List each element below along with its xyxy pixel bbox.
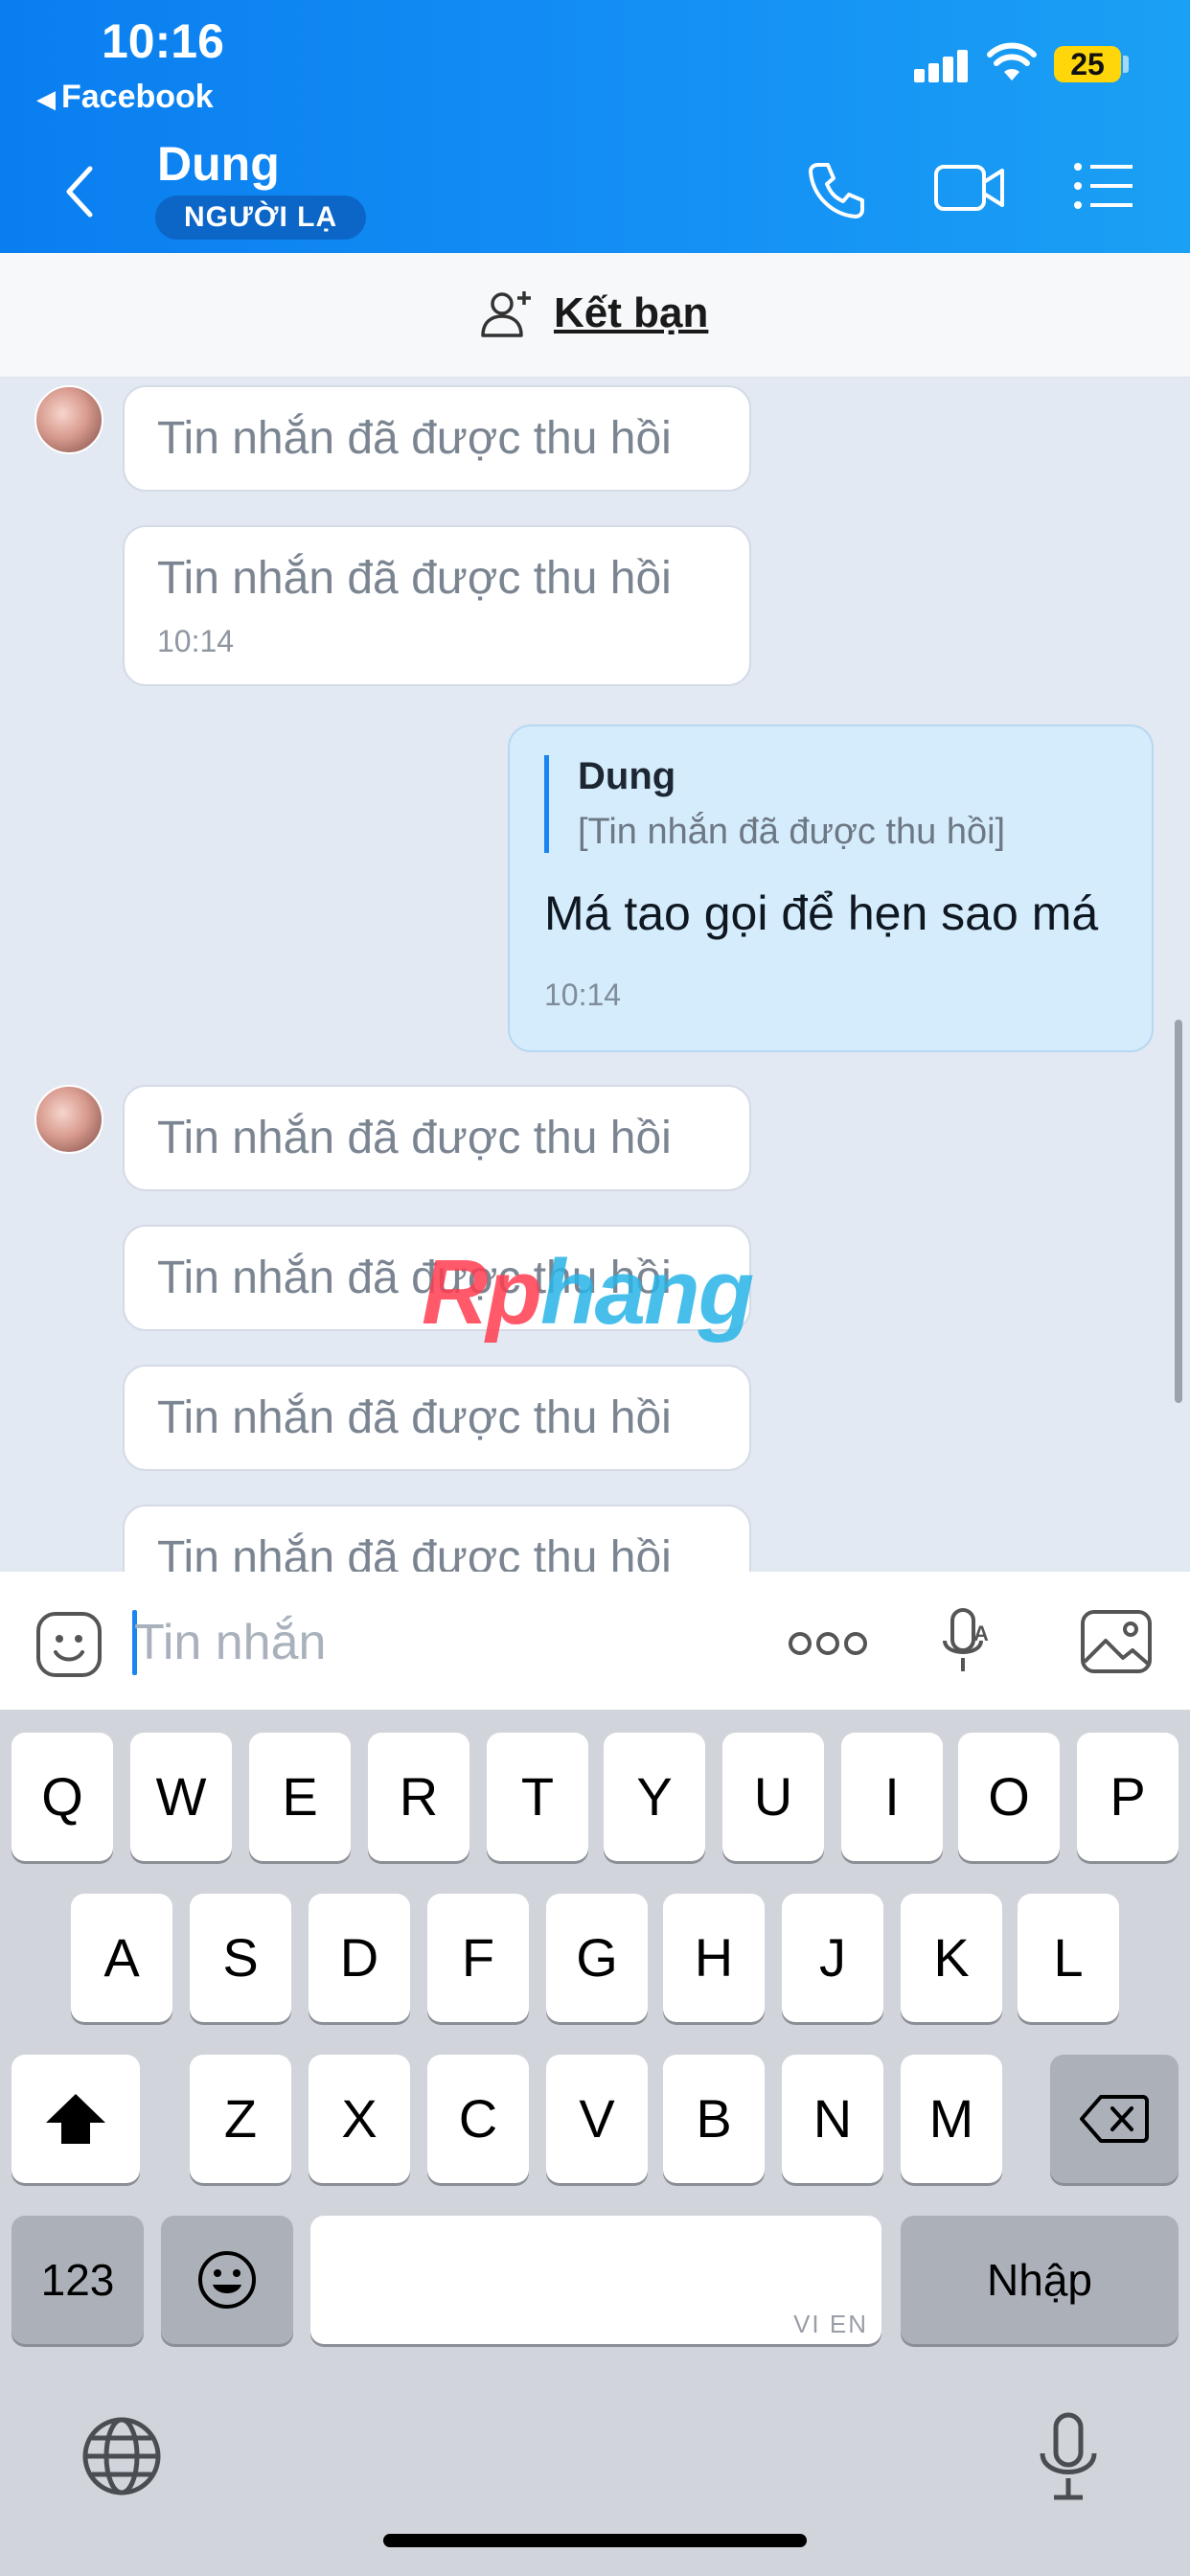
- emoji-icon: [198, 2251, 256, 2309]
- emoji-key[interactable]: [161, 2216, 293, 2344]
- battery-icon: 25: [1054, 46, 1121, 82]
- keyboard: Q W E R T Y U I O P A S D F G H J K L Z …: [0, 1710, 1190, 2576]
- message-text: Tin nhắn đã được thu hồi: [157, 413, 672, 464]
- battery-tip: [1123, 56, 1129, 73]
- key-v[interactable]: V: [546, 2055, 648, 2183]
- received-message[interactable]: Tin nhắn đã được thu hồi 10:14: [123, 525, 751, 686]
- message-text: Má tao gọi để hẹn sao má: [544, 886, 1099, 940]
- svg-text:A: A: [973, 1622, 989, 1645]
- key-g[interactable]: G: [546, 1894, 648, 2022]
- key-u[interactable]: U: [722, 1733, 824, 1861]
- message-list[interactable]: Tin nhắn đã được thu hồi Tin nhắn đã đượ…: [0, 378, 1190, 1572]
- received-message[interactable]: Tin nhắn đã được thu hồi: [123, 1505, 751, 1572]
- wifi-icon: [987, 42, 1037, 80]
- globe-icon[interactable]: [80, 2415, 163, 2497]
- key-d[interactable]: D: [309, 1894, 410, 2022]
- received-message[interactable]: Tin nhắn đã được thu hồi: [123, 1085, 751, 1191]
- backspace-key[interactable]: [1050, 2055, 1179, 2183]
- key-y[interactable]: Y: [604, 1733, 705, 1861]
- home-indicator[interactable]: [383, 2534, 807, 2547]
- key-o[interactable]: O: [958, 1733, 1060, 1861]
- message-input[interactable]: Tin nhắn: [134, 1614, 326, 1671]
- image-gallery-icon[interactable]: [1079, 1608, 1154, 1675]
- key-r[interactable]: R: [368, 1733, 469, 1861]
- key-t[interactable]: T: [487, 1733, 588, 1861]
- backspace-icon: [1080, 2095, 1149, 2143]
- watermark-part2: hang: [539, 1241, 754, 1344]
- back-app-label: Facebook: [61, 79, 214, 115]
- key-j[interactable]: J: [782, 1894, 883, 2022]
- message-time: 10:14: [544, 978, 622, 1012]
- key-p[interactable]: P: [1077, 1733, 1179, 1861]
- key-c[interactable]: C: [427, 2055, 529, 2183]
- phone-icon[interactable]: [805, 159, 868, 222]
- message-input-bar: Tin nhắn A: [0, 1572, 1190, 1710]
- enter-key[interactable]: Nhập: [901, 2216, 1179, 2344]
- chat-header: 10:16 ◀ Facebook 25 Dung NGƯỜI LẠ: [0, 0, 1190, 253]
- avatar[interactable]: [34, 1085, 103, 1154]
- quoted-reply[interactable]: Dung [Tin nhắn đã được thu hồi]: [544, 755, 1117, 853]
- message-text: Tin nhắn đã được thu hồi: [157, 553, 672, 604]
- avatar[interactable]: [34, 385, 103, 454]
- key-f[interactable]: F: [427, 1894, 529, 2022]
- list-menu-icon[interactable]: [1073, 159, 1134, 213]
- key-n[interactable]: N: [782, 2055, 883, 2183]
- scrollbar[interactable]: [1175, 1020, 1182, 1403]
- back-arrow-icon[interactable]: [57, 161, 103, 222]
- add-friend-icon: [481, 291, 531, 337]
- key-m[interactable]: M: [901, 2055, 1002, 2183]
- stranger-badge: NGƯỜI LẠ: [155, 196, 367, 240]
- key-i[interactable]: I: [841, 1733, 943, 1861]
- add-friend-button[interactable]: Kết bạn: [479, 288, 708, 339]
- video-call-icon[interactable]: [933, 159, 1006, 217]
- key-z[interactable]: Z: [190, 2055, 291, 2183]
- shift-key[interactable]: [11, 2055, 140, 2183]
- key-s[interactable]: S: [190, 1894, 291, 2022]
- numbers-key[interactable]: 123: [11, 2216, 144, 2344]
- add-friend-label: Kết bạn: [554, 289, 709, 336]
- key-w[interactable]: W: [130, 1733, 232, 1861]
- signal-icon: [914, 48, 970, 82]
- message-text: Tin nhắn đã được thu hồi: [157, 1532, 672, 1572]
- watermark-part1: Rp: [422, 1241, 542, 1344]
- message-text: Tin nhắn đã được thu hồi: [157, 1113, 672, 1163]
- voice-to-text-icon[interactable]: A: [939, 1606, 993, 1679]
- back-triangle-icon: ◀: [36, 84, 56, 113]
- sent-message[interactable]: Dung [Tin nhắn đã được thu hồi] Má tao g…: [508, 724, 1154, 1052]
- message-time: 10:14: [157, 624, 235, 658]
- key-q[interactable]: Q: [11, 1733, 113, 1861]
- message-text: Tin nhắn đã được thu hồi: [157, 1392, 672, 1443]
- watermark-logo: Rphang: [422, 1240, 754, 1346]
- dictation-mic-icon[interactable]: [1035, 2411, 1102, 2503]
- received-message[interactable]: Tin nhắn đã được thu hồi: [123, 1365, 751, 1471]
- key-a[interactable]: A: [71, 1894, 172, 2022]
- back-to-app-link[interactable]: ◀ Facebook: [36, 79, 214, 116]
- received-message[interactable]: Tin nhắn đã được thu hồi: [123, 385, 751, 492]
- quote-author: Dung: [578, 755, 676, 797]
- shift-arrow-icon: [46, 2094, 105, 2144]
- more-options-icon[interactable]: [788, 1629, 868, 1658]
- contact-name[interactable]: Dung: [157, 136, 280, 192]
- key-e[interactable]: E: [249, 1733, 351, 1861]
- key-b[interactable]: B: [663, 2055, 765, 2183]
- sticker-icon[interactable]: [34, 1610, 103, 1679]
- key-k[interactable]: K: [901, 1894, 1002, 2022]
- space-key[interactable]: VI EN: [310, 2216, 881, 2344]
- status-time: 10:16: [102, 14, 224, 68]
- key-l[interactable]: L: [1018, 1894, 1119, 2022]
- space-language-hint: VI EN: [793, 2310, 868, 2338]
- add-friend-bar: Kết bạn: [0, 253, 1190, 378]
- key-x[interactable]: X: [309, 2055, 410, 2183]
- quote-text: [Tin nhắn đã được thu hồi]: [578, 812, 1006, 852]
- key-h[interactable]: H: [663, 1894, 765, 2022]
